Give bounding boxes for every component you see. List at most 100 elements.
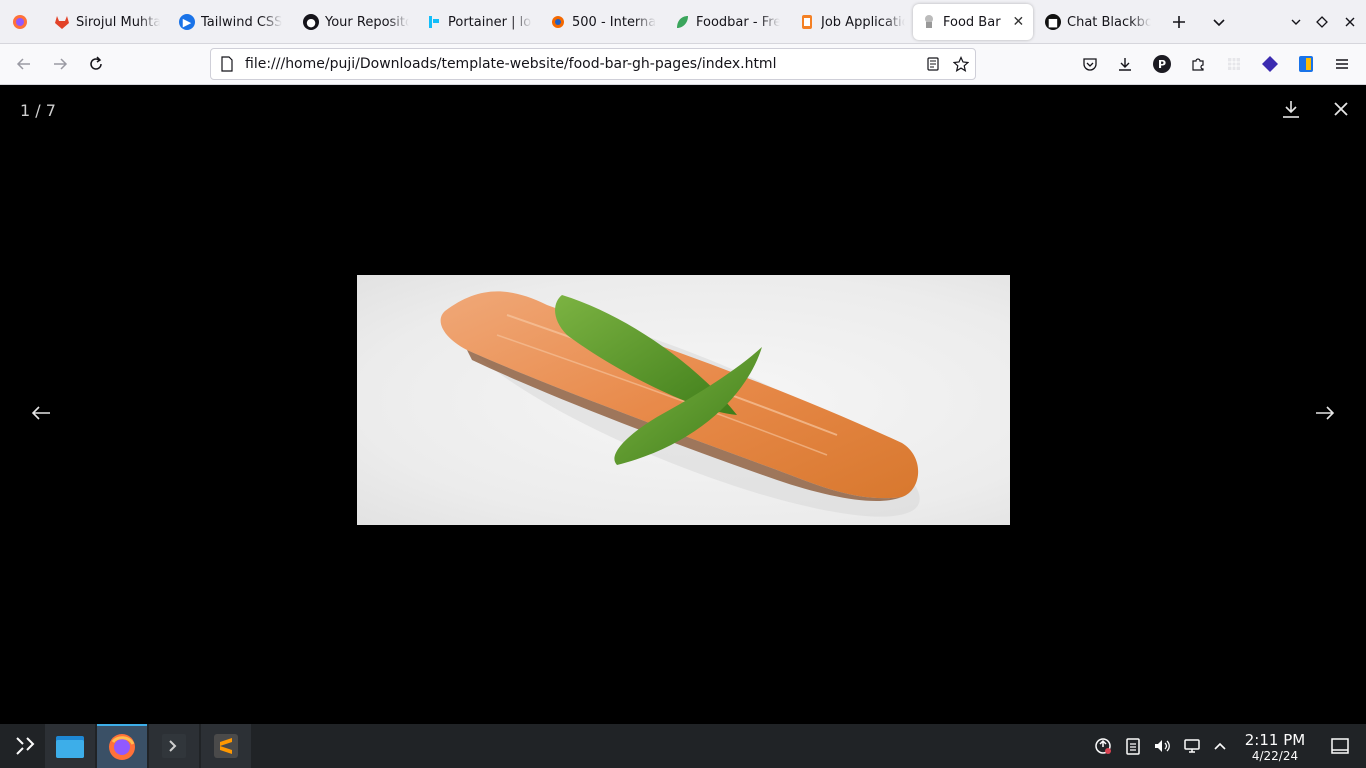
new-tab-button[interactable]	[1165, 8, 1193, 36]
tab-tailwind[interactable]: ▶ Tailwind CSS	[179, 4, 289, 40]
close-tab-icon[interactable]: ✕	[1013, 14, 1025, 30]
tab-label: 500 - Internal	[572, 14, 656, 30]
blackbox-icon: ■	[1045, 14, 1061, 30]
reader-view-icon	[927, 57, 939, 71]
portainer-icon	[426, 14, 442, 30]
clock-date: 4/22/24	[1251, 749, 1299, 763]
page-icon	[221, 56, 233, 72]
reader-view-button[interactable]	[919, 50, 947, 78]
minimize-window-button[interactable]	[1282, 8, 1310, 36]
clock[interactable]: 2:11 PM 4/22/24	[1244, 731, 1306, 764]
plus-icon	[1173, 16, 1185, 28]
firefox-view-button[interactable]	[6, 8, 34, 36]
firefox-icon	[109, 734, 135, 760]
arrow-right-icon	[1316, 406, 1335, 420]
download-icon	[1283, 101, 1299, 118]
profile-button[interactable]: P	[1148, 50, 1176, 78]
minimize-icon	[1291, 19, 1301, 25]
extensions-button[interactable]	[1184, 50, 1212, 78]
folder-icon	[56, 736, 84, 758]
volume-icon[interactable]	[1151, 735, 1173, 757]
extension-grid-button[interactable]	[1220, 50, 1248, 78]
arrow-left-icon	[31, 406, 50, 420]
image-counter: 1 / 7	[20, 101, 56, 120]
launcher-icon	[16, 737, 35, 755]
leaf-icon	[674, 14, 690, 30]
file-manager-button[interactable]	[45, 724, 95, 768]
previous-image-button[interactable]	[23, 395, 59, 431]
arrow-left-icon	[16, 58, 30, 70]
avatar: P	[1153, 55, 1171, 73]
back-button[interactable]	[10, 50, 38, 78]
navigation-toolbar: file:///home/puji/Downloads/template-web…	[0, 44, 1366, 85]
clipboard-icon[interactable]	[1122, 735, 1144, 757]
tab-portainer[interactable]: Portainer | local	[426, 4, 536, 40]
hamburger-menu-icon	[1336, 59, 1348, 69]
firefox-icon	[13, 15, 27, 29]
downloads-button[interactable]	[1111, 50, 1139, 78]
download-icon	[1119, 58, 1131, 71]
firefox-taskbar-button[interactable]	[97, 724, 147, 768]
reload-icon	[90, 56, 102, 70]
next-image-button[interactable]	[1307, 395, 1343, 431]
terminal-button[interactable]	[149, 724, 199, 768]
app-menu-button[interactable]	[1328, 50, 1356, 78]
tab-github[interactable]: ● Your Repositories	[303, 4, 413, 40]
taskbar: 2:11 PM 4/22/24	[0, 724, 1366, 768]
terminal-icon	[162, 734, 186, 758]
app-launcher-button[interactable]	[0, 724, 50, 768]
forward-button[interactable]	[46, 50, 74, 78]
arrow-right-icon	[54, 58, 68, 70]
sidebar-icon	[1299, 56, 1313, 72]
salmon-fillet-illustration	[440, 291, 920, 517]
show-desktop-icon[interactable]	[1329, 735, 1351, 757]
tab-label: Your Repositories	[325, 14, 409, 30]
grid-icon	[1228, 58, 1240, 70]
tab-sirojul[interactable]: Sirojul Muhtadi	[54, 4, 164, 40]
doc-icon	[799, 14, 815, 30]
layers-icon	[1262, 56, 1278, 72]
tab-bar: Sirojul Muhtadi ▶ Tailwind CSS ● Your Re…	[0, 0, 1366, 44]
chevron-down-icon	[1213, 19, 1225, 27]
clock-time: 2:11 PM	[1244, 731, 1306, 749]
tab-label: Tailwind CSS	[201, 14, 283, 30]
close-window-button[interactable]	[1336, 8, 1364, 36]
play-icon: ▶	[179, 14, 195, 30]
network-icon[interactable]	[1181, 735, 1203, 757]
tab-label: Chat Blackbox	[1067, 14, 1151, 30]
grafana-icon	[550, 14, 566, 30]
chef-icon	[921, 14, 937, 30]
url-text[interactable]: file:///home/puji/Downloads/template-web…	[245, 56, 919, 72]
sublime-text-button[interactable]	[201, 724, 251, 768]
tab-label: Sirojul Muhtadi	[76, 14, 160, 30]
pocket-icon	[1083, 58, 1097, 71]
tab-label: Food Bar	[943, 14, 1001, 30]
sublime-text-icon	[214, 734, 238, 758]
close-viewer-button[interactable]	[1323, 91, 1359, 127]
github-icon: ●	[303, 14, 319, 30]
tab-foodbar[interactable]: Foodbar - Free	[674, 4, 784, 40]
maximize-icon	[1316, 16, 1328, 28]
sidebar-extension-button[interactable]	[1292, 50, 1320, 78]
update-notifier-icon[interactable]	[1092, 735, 1114, 757]
tab-job-application[interactable]: Job Application	[799, 4, 909, 40]
close-icon	[1334, 102, 1348, 116]
url-bar[interactable]: file:///home/puji/Downloads/template-web…	[210, 48, 976, 80]
pocket-button[interactable]	[1076, 50, 1104, 78]
salmon-dish-image	[357, 275, 1010, 525]
tab-chat-blackbox[interactable]: ■ Chat Blackbox	[1045, 4, 1155, 40]
reload-button[interactable]	[82, 50, 110, 78]
tab-500-internal[interactable]: 500 - Internal	[550, 4, 660, 40]
puzzle-icon	[1192, 58, 1204, 71]
tab-label: Job Application	[821, 14, 905, 30]
maximize-window-button[interactable]	[1308, 8, 1336, 36]
list-all-tabs-button[interactable]	[1205, 8, 1233, 36]
tab-food-bar-active[interactable]: Food Bar ✕	[913, 4, 1033, 40]
layers-extension-button[interactable]	[1256, 50, 1284, 78]
tab-label: Foodbar - Free	[696, 14, 780, 30]
bookmark-button[interactable]	[947, 50, 975, 78]
close-icon	[1345, 17, 1355, 27]
tray-expand-icon[interactable]	[1209, 735, 1231, 757]
gitlab-icon	[54, 14, 70, 30]
download-image-button[interactable]	[1273, 91, 1309, 127]
